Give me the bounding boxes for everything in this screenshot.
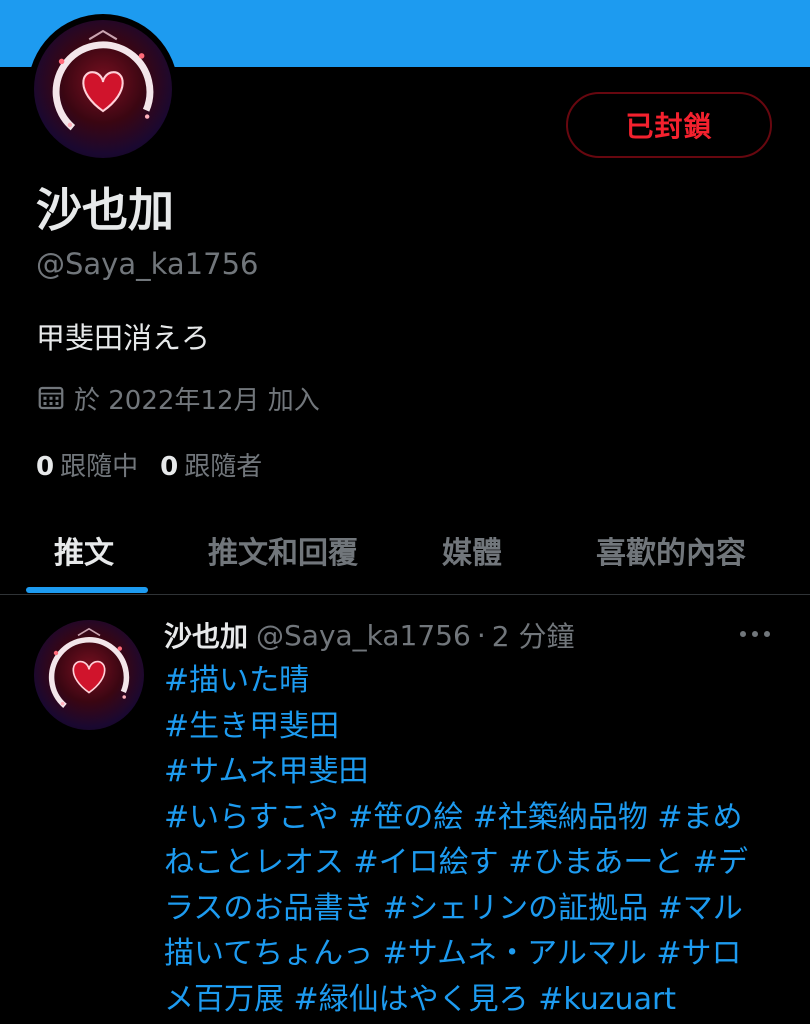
followers-link[interactable]: 0 跟隨者 [160, 446, 262, 483]
following-label: 跟隨中 [60, 451, 139, 482]
calendar-icon [38, 386, 64, 410]
joined-date: 於 2022年12月 加入 [36, 380, 320, 416]
profile-name: 沙也加 [36, 183, 174, 237]
tab-tweets-and-replies[interactable]: 推文和回覆 [208, 510, 358, 590]
tweet-avatar[interactable] [34, 620, 144, 730]
active-tab-indicator [26, 587, 148, 593]
tab-tweets[interactable]: 推文 [54, 510, 114, 590]
crescent-heart-artwork [48, 627, 130, 718]
tweet-text-line[interactable]: #生き甲斐田 [164, 704, 784, 750]
avatar-image [34, 20, 172, 158]
tweet-text-line[interactable]: 描いてちょんっ #サムネ・アルマル #サロ [164, 931, 784, 977]
tweet-author-handle[interactable]: @Saya_ka1756 [256, 619, 471, 652]
tweet-text: #描いた晴 #生き甲斐田 #サムネ甲斐田 #いらすこや #笹の絵 #社築納品物 … [164, 658, 784, 1022]
following-count: 0 [36, 451, 55, 482]
tweet-text-line[interactable]: ねことレオス #イロ絵す #ひまあーと #デ [164, 840, 784, 886]
tweet-text-line[interactable]: ラスのお品書き #シェリンの証拠品 #マル [164, 886, 784, 932]
joined-label: 於 2022年12月 加入 [74, 385, 320, 416]
profile-page: 已封鎖 沙也加 @Saya_ka1756 甲斐田消えろ 於 2022年12月 加… [0, 0, 810, 1024]
following-link[interactable]: 0 跟隨中 [36, 446, 138, 483]
tweet-timestamp[interactable]: 2 分鐘 [492, 615, 575, 655]
tab-likes[interactable]: 喜歡的內容 [596, 510, 746, 590]
blocked-button[interactable]: 已封鎖 [566, 92, 772, 158]
tweet-header: 沙也加 @Saya_ka1756 · 2 分鐘 [164, 614, 574, 656]
followers-label: 跟隨者 [184, 451, 263, 482]
follow-stats: 0 跟隨中 0 跟隨者 [36, 446, 262, 482]
tweet-text-line[interactable]: #いらすこや #笹の絵 #社築納品物 #まめ [164, 795, 784, 841]
tweet-text-line[interactable]: #サムネ甲斐田 [164, 749, 784, 795]
profile-handle: @Saya_ka1756 [36, 247, 259, 281]
tab-media[interactable]: 媒體 [442, 510, 502, 590]
more-horizontal-icon[interactable] [738, 626, 772, 642]
crescent-heart-artwork [52, 29, 154, 143]
profile-bio: 甲斐田消えろ [36, 321, 211, 355]
profile-avatar[interactable] [28, 14, 178, 164]
tweet-text-line[interactable]: メ百万展 #緑仙はやく見ろ #kuzuart [164, 977, 784, 1023]
tweet-separator: · [476, 618, 486, 652]
tweet-text-line[interactable]: #描いた晴 [164, 658, 784, 704]
tweet-author-name[interactable]: 沙也加 [164, 615, 248, 655]
profile-tabs: 推文 推文和回覆 媒體 喜歡的內容 [0, 510, 810, 595]
followers-count: 0 [160, 451, 179, 482]
